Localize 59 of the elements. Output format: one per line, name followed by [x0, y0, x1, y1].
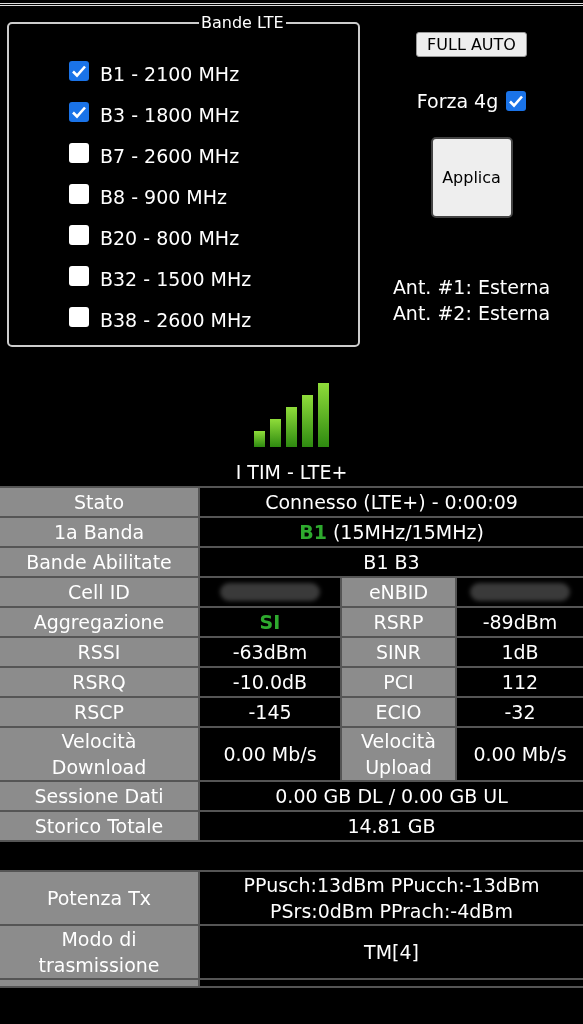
band-label: B3 - 1800 MHz — [100, 103, 240, 126]
band-label: B32 - 1500 MHz — [100, 267, 252, 290]
row-label: Cell ID — [0, 578, 198, 606]
band-label: B20 - 800 MHz — [100, 226, 240, 249]
row-label: Aggregazione — [0, 608, 198, 636]
row-label: 1a Banda — [0, 518, 198, 546]
checkbox[interactable] — [69, 142, 89, 163]
row-label: PCI — [342, 668, 455, 696]
row-label: Stato — [0, 488, 198, 516]
row-value: 112 — [501, 670, 539, 695]
band-label: B38 - 2600 MHz — [100, 308, 252, 331]
checkbox-label: Forza 4g — [416, 90, 499, 112]
row-value: B1 (15MHz/15MHz) — [299, 520, 484, 545]
checkbox[interactable] — [69, 265, 89, 286]
row-label: RSRQ — [0, 668, 198, 696]
row-label: RSRP — [342, 608, 455, 636]
operator-name: I TIM - LTE+ — [235, 461, 348, 483]
row-value: 14.81 GB — [347, 814, 436, 839]
row-label: SINR — [342, 638, 455, 666]
row-label: Modo di trasmissione — [0, 926, 198, 978]
row-value: 0.00 GB DL / 0.00 GB UL — [275, 784, 508, 809]
full-auto-button[interactable]: FULL AUTO — [416, 32, 527, 57]
antenna-status: Ant. #1: Esterna — [392, 275, 551, 300]
band-label: B1 - 2100 MHz — [100, 62, 240, 85]
row-value: PPusch:13dBm PPucch:-13dBm PSrs:0dBm PPrach:-4dBm — [242, 873, 541, 924]
row-label: RSSI — [0, 638, 198, 666]
band-label: B8 - 900 MHz — [100, 185, 228, 208]
signal-icon — [254, 383, 329, 447]
band-label: B7 - 2600 MHz — [100, 144, 240, 167]
apply-button[interactable]: Applica — [430, 137, 513, 218]
row-value: 0.00 Mb/s — [223, 742, 317, 767]
row-value: TM[4] — [364, 940, 419, 965]
row-value: -32 — [504, 700, 536, 725]
checkbox[interactable] — [506, 91, 527, 111]
row-value: 1dB — [501, 640, 539, 665]
row-label: ECIO — [342, 698, 455, 726]
checkbox[interactable] — [69, 60, 89, 81]
row-value: -145 — [248, 700, 292, 725]
row-label: Bande Abilitate — [0, 548, 198, 576]
row-value: -89dBm — [482, 610, 558, 635]
row-value: -10.0dB — [232, 670, 308, 695]
panel-title: Bande LTE — [200, 13, 285, 32]
row-label: Velocità Upload — [342, 728, 455, 780]
checkbox[interactable] — [69, 183, 89, 204]
row-label: Sessione Dati — [0, 782, 198, 810]
checkbox[interactable] — [69, 101, 89, 122]
antenna-status: Ant. #2: Esterna — [392, 301, 551, 326]
row-value: -63dBm — [232, 640, 308, 665]
row-value: 0.00 Mb/s — [473, 742, 567, 767]
row-value: B1 B3 — [363, 550, 420, 575]
row-value: Connesso (LTE+) - 0:00:09 — [265, 490, 518, 515]
row-label: Velocità Download — [0, 728, 198, 780]
row-label: RSCP — [0, 698, 198, 726]
row-label: Potenza Tx — [0, 872, 198, 924]
row-label: Storico Totale — [0, 812, 198, 840]
row-value: SI — [259, 610, 281, 635]
checkbox[interactable] — [69, 306, 89, 327]
checkbox[interactable] — [69, 224, 89, 245]
row-label: eNBID — [342, 578, 455, 606]
